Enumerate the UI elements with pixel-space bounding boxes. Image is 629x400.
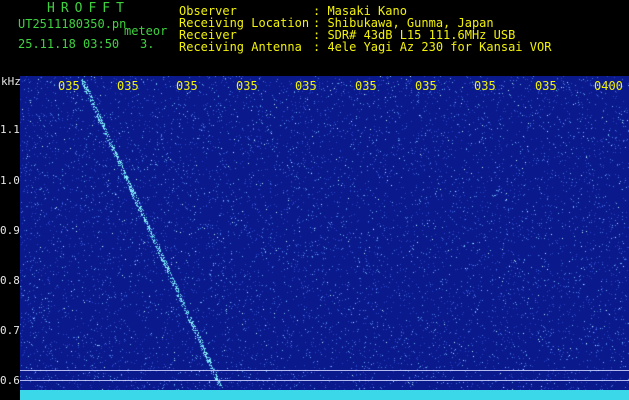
reference-line-upper	[20, 370, 629, 371]
frame-number: 3.	[140, 37, 155, 51]
spectrogram-noise-canvas	[20, 76, 629, 400]
x-tick-8: 035	[474, 79, 496, 93]
signal-baseline	[20, 390, 629, 400]
file-type-suffix: meteor	[124, 24, 168, 38]
x-tick-6: 035	[355, 79, 377, 93]
app-title: HROFFT	[47, 1, 130, 16]
x-tick-7: 035	[415, 79, 437, 93]
file-name: UT2511180350.pn	[18, 17, 127, 31]
x-tick-4: 035	[236, 79, 258, 93]
y-unit-label: kHz	[1, 75, 21, 88]
x-tick-5: 035	[295, 79, 317, 93]
y-tick-0.6: 0.6	[0, 374, 20, 387]
x-tick-9: 035	[535, 79, 557, 93]
x-tick-10: 0400	[594, 79, 623, 93]
y-tick-0.7: 0.7	[0, 324, 20, 337]
timestamp: 25.11.18 03:50	[18, 37, 120, 51]
x-tick-2: 035	[117, 79, 139, 93]
spectrogram-plot	[20, 76, 629, 400]
x-tick-1: 035	[58, 79, 80, 93]
antenna-label: Receiving Antenna	[179, 40, 302, 54]
header-panel: HROFFT UT2511180350.pn meteor 25.11.18 0…	[0, 0, 629, 74]
reference-line-lower	[20, 380, 629, 381]
y-tick-1.1: 1.1	[0, 123, 20, 136]
y-tick-0.9: 0.9	[0, 224, 20, 237]
antenna-value: : 4ele Yagi Az 230 for Kansai VOR	[313, 40, 552, 54]
y-tick-0.8: 0.8	[0, 274, 20, 287]
y-tick-1.0: 1.0	[0, 174, 20, 187]
x-tick-3: 035	[176, 79, 198, 93]
